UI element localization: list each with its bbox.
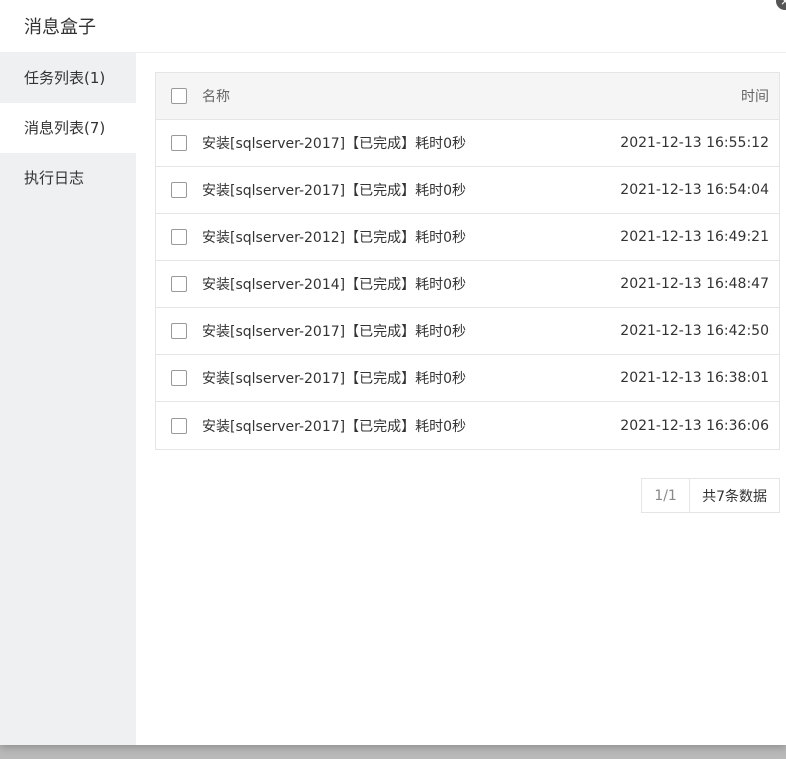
row-checkbox[interactable] bbox=[171, 182, 187, 198]
row-time: 2021-12-13 16:48:47 bbox=[620, 276, 769, 292]
pager-page-indicator[interactable]: 1/1 bbox=[642, 479, 691, 512]
select-all-checkbox[interactable] bbox=[171, 88, 187, 104]
sidebar-item-message-list[interactable]: 消息列表(7) bbox=[0, 103, 136, 153]
row-name: 安装[sqlserver-2012]【已完成】耗时0秒 bbox=[202, 230, 467, 246]
table-row: 安装[sqlserver-2014]【已完成】耗时0秒 2021-12-13 1… bbox=[156, 261, 779, 308]
table-row: 安装[sqlserver-2012]【已完成】耗时0秒 2021-12-13 1… bbox=[156, 214, 779, 261]
sidebar-item-task-list[interactable]: 任务列表(1) bbox=[0, 53, 136, 103]
row-time: 2021-12-13 16:49:21 bbox=[620, 229, 769, 245]
row-checkbox[interactable] bbox=[171, 323, 187, 339]
table-row: 安装[sqlserver-2017]【已完成】耗时0秒 2021-12-13 1… bbox=[156, 308, 779, 355]
row-name: 安装[sqlserver-2017]【已完成】耗时0秒 bbox=[202, 418, 467, 435]
sidebar-item-execution-log[interactable]: 执行日志 bbox=[0, 153, 136, 203]
sidebar: 任务列表(1) 消息列表(7) 执行日志 bbox=[0, 53, 136, 745]
message-box-dialog: 消息盒子 × 任务列表(1) 消息列表(7) 执行日志 名称 时间 安装[sql… bbox=[0, 0, 786, 745]
row-time: 2021-12-13 16:42:50 bbox=[620, 323, 769, 339]
dialog-title: 消息盒子 bbox=[24, 17, 96, 38]
row-name: 安装[sqlserver-2017]【已完成】耗时0秒 bbox=[202, 183, 467, 199]
row-checkbox[interactable] bbox=[171, 370, 187, 386]
backdrop-page bbox=[0, 745, 786, 759]
pagination: 1/1 共7条数据 bbox=[641, 478, 780, 513]
header-time: 时间 bbox=[741, 89, 769, 105]
row-time: 2021-12-13 16:54:04 bbox=[620, 182, 769, 198]
sidebar-item-label: 消息列表(7) bbox=[24, 119, 106, 137]
dialog-header: 消息盒子 bbox=[0, 0, 786, 53]
row-name: 安装[sqlserver-2017]【已完成】耗时0秒 bbox=[202, 136, 467, 152]
table-header: 名称 时间 bbox=[156, 73, 779, 120]
table-row: 安装[sqlserver-2017]【已完成】耗时0秒 2021-12-13 1… bbox=[156, 120, 779, 167]
row-time: 2021-12-13 16:55:12 bbox=[620, 135, 769, 151]
row-name: 安装[sqlserver-2014]【已完成】耗时0秒 bbox=[202, 277, 467, 293]
row-name: 安装[sqlserver-2017]【已完成】耗时0秒 bbox=[202, 371, 467, 387]
table-row: 安装[sqlserver-2017]【已完成】耗时0秒 2021-12-13 1… bbox=[156, 355, 779, 402]
row-name: 安装[sqlserver-2017]【已完成】耗时0秒 bbox=[202, 324, 467, 340]
row-checkbox[interactable] bbox=[171, 135, 187, 151]
table-row: 安装[sqlserver-2017]【已完成】耗时0秒 2021-12-13 1… bbox=[156, 167, 779, 214]
dialog-body: 任务列表(1) 消息列表(7) 执行日志 名称 时间 安装[sqlserver-… bbox=[0, 53, 786, 745]
row-checkbox[interactable] bbox=[171, 276, 187, 292]
main-content: 名称 时间 安装[sqlserver-2017]【已完成】耗时0秒 2021-1… bbox=[136, 53, 786, 745]
header-name: 名称 bbox=[202, 89, 230, 105]
message-table: 名称 时间 安装[sqlserver-2017]【已完成】耗时0秒 2021-1… bbox=[155, 72, 780, 450]
row-time: 2021-12-13 16:36:06 bbox=[620, 417, 769, 434]
row-checkbox[interactable] bbox=[171, 229, 187, 245]
sidebar-item-label: 执行日志 bbox=[24, 169, 85, 187]
table-row: 安装[sqlserver-2017]【已完成】耗时0秒 2021-12-13 1… bbox=[156, 402, 779, 449]
pager-total-count: 共7条数据 bbox=[702, 488, 767, 505]
row-time: 2021-12-13 16:38:01 bbox=[620, 370, 769, 386]
sidebar-item-label: 任务列表(1) bbox=[24, 69, 106, 87]
row-checkbox[interactable] bbox=[171, 417, 187, 434]
